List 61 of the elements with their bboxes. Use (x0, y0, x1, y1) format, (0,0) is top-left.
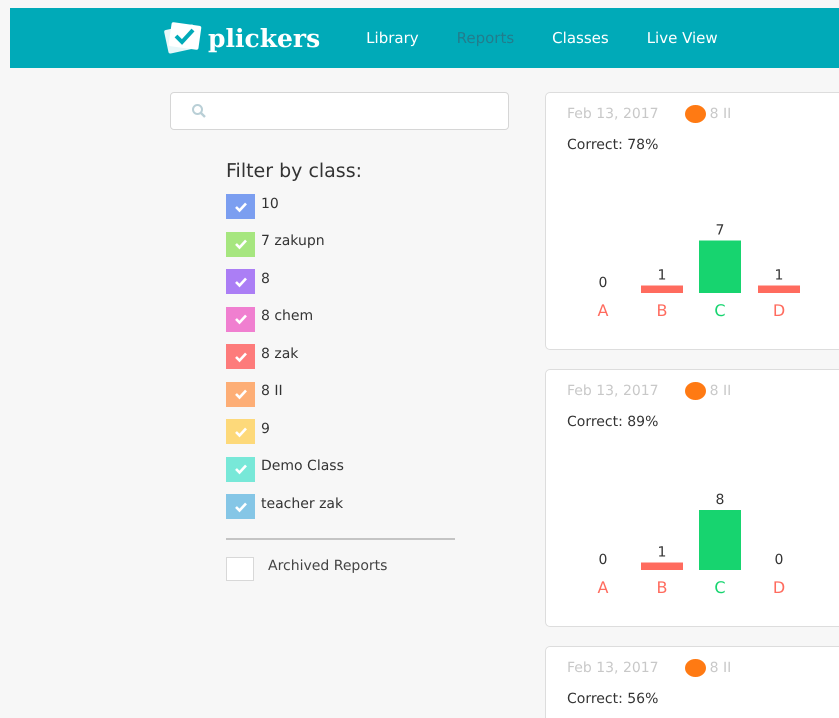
class-checkbox[interactable] (226, 344, 255, 370)
answer-bar (699, 510, 741, 570)
count-label: 7 (716, 222, 724, 238)
answer-letter: D (772, 578, 786, 597)
nav-tab[interactable]: Classes (552, 29, 609, 47)
count-label: 1 (658, 268, 666, 284)
class-label: 8 zak (261, 346, 298, 362)
archived-checkbox[interactable] (226, 556, 254, 580)
class-label: teacher zak (261, 496, 344, 512)
class-checkbox[interactable] (226, 232, 255, 257)
class-label: 8 chem (261, 308, 314, 324)
count-label: 1 (774, 268, 784, 284)
class-label: 8 (261, 270, 270, 287)
nav-tab[interactable]: Library (366, 29, 419, 47)
correct-score: Correct: 78% (567, 137, 660, 153)
answer-letter: B (656, 578, 668, 597)
answer-bar (641, 562, 683, 570)
answer-letter: B (656, 301, 668, 320)
class-label: 10 (261, 196, 279, 212)
class-label: 9 (261, 420, 270, 437)
archived-label: Archived Reports (268, 558, 388, 574)
check-icon (234, 276, 248, 288)
count-label: 1 (658, 544, 666, 560)
class-checkbox[interactable] (226, 306, 255, 332)
answer-letter: A (598, 578, 608, 597)
correct-score: Correct: 89% (567, 414, 660, 430)
count-label: 0 (598, 275, 608, 291)
class-label: 7 zakupn (261, 233, 325, 250)
check-icon (234, 500, 248, 513)
class-checkbox[interactable] (226, 456, 255, 482)
answer-letter: A (598, 301, 608, 320)
class-label: Demo Class (261, 458, 344, 474)
checked-card-icon (162, 21, 204, 55)
check-icon (234, 350, 248, 363)
check-icon (234, 388, 248, 400)
count-label: 0 (598, 552, 608, 568)
logo-wordmark[interactable]: plickers (208, 24, 320, 52)
answer-bar (699, 240, 741, 293)
answer-letter: C (714, 301, 726, 320)
answer-letter: C (714, 578, 726, 597)
check-icon (234, 426, 248, 438)
class-checkbox[interactable] (226, 419, 255, 444)
check-icon (234, 238, 248, 250)
check-icon (234, 200, 248, 213)
nav-tab[interactable]: Live View (646, 29, 718, 47)
answer-letter: D (772, 301, 786, 320)
check-icon (234, 463, 248, 476)
class-checkbox[interactable] (226, 494, 255, 520)
class-checkbox[interactable] (226, 194, 255, 220)
class-label: 8 II (261, 383, 283, 400)
correct-score: Correct: 56% (567, 691, 660, 707)
search-icon (191, 103, 207, 119)
answer-bar (758, 286, 800, 293)
class-checkbox[interactable] (226, 269, 255, 294)
count-label: 0 (774, 552, 784, 568)
class-checkbox[interactable] (226, 382, 255, 407)
check-icon (234, 313, 248, 326)
answer-bar (641, 286, 683, 293)
search-field[interactable] (170, 92, 509, 130)
filter-heading: Filter by class: (226, 160, 364, 182)
count-label: 8 (716, 492, 724, 508)
